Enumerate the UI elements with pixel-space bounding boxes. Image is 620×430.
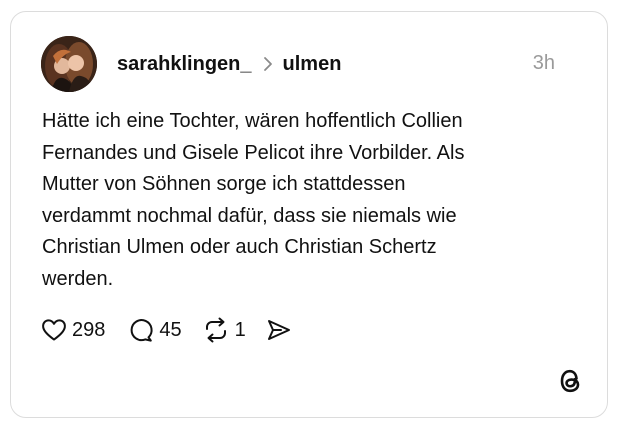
post-text: Hätte ich eine Tochter, wären hoffentlic… (42, 106, 582, 295)
post-timestamp: 3h (532, 52, 555, 74)
post-actions: 298 45 1 (41, 315, 292, 345)
comment-count: 45 (159, 318, 182, 341)
repost-count: 1 (234, 318, 246, 341)
post-text-line: werden. (42, 267, 114, 290)
post-text-line: Hätte ich eine Tochter, wären hoffentlic… (42, 110, 463, 132)
comment-bubble-icon (131, 319, 153, 342)
threads-logo-icon (560, 369, 580, 393)
chevron-right-icon (263, 57, 272, 71)
post-text-line: verdammt nochmal dafür, dass sie niemals… (42, 204, 457, 227)
post-text-line: Mutter von Söhnen sorge ich stattdessen (42, 173, 406, 195)
post-text-line: Fernandes und Gisele Pelicot ihre Vorbil… (42, 141, 465, 164)
like-button[interactable]: 298 (41, 318, 105, 342)
share-button[interactable] (266, 318, 292, 342)
avatar[interactable] (41, 36, 97, 92)
repost-icon (205, 317, 226, 343)
post-header: sarahklingen_ ulmen (117, 50, 341, 78)
post-card: sarahklingen_ ulmen 3h Hätte ich eine To… (10, 11, 608, 418)
comment-button[interactable]: 45 (128, 317, 182, 343)
repost-button[interactable]: 1 (202, 317, 246, 343)
heart-icon (42, 319, 66, 341)
like-count: 298 (72, 318, 106, 341)
channel-link[interactable]: ulmen (283, 53, 342, 76)
post-text-line: Christian Ulmen oder auch Christian Sche… (42, 236, 437, 258)
send-icon (267, 320, 290, 340)
username-link[interactable]: sarahklingen_ (117, 53, 252, 76)
